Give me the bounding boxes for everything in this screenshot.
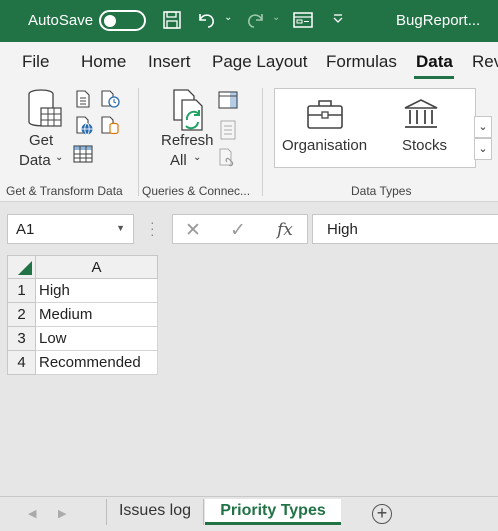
- autosave-label: AutoSave: [28, 12, 94, 29]
- tab-data[interactable]: Data: [416, 52, 453, 72]
- refresh-dropdown-icon[interactable]: ⌄: [193, 152, 201, 163]
- sheet-tab-issues-log[interactable]: Issues log: [106, 499, 204, 525]
- redo-icon[interactable]: [244, 10, 266, 30]
- undo-icon[interactable]: [196, 10, 218, 30]
- tab-file[interactable]: File: [22, 52, 49, 72]
- enter-icon[interactable]: ✓: [230, 219, 246, 242]
- group-data-types: Data Types: [351, 184, 412, 198]
- recent-sources-icon[interactable]: [100, 90, 120, 108]
- select-all-icon: [18, 261, 32, 275]
- cell-a1[interactable]: High: [36, 279, 158, 303]
- formula-input-value: High: [327, 221, 358, 238]
- cancel-icon[interactable]: ✕: [185, 219, 201, 242]
- cell-a3[interactable]: Low: [36, 327, 158, 351]
- group-get-transform: Get & Transform Data: [6, 184, 123, 198]
- ribbon: Get Data ⌄ Refresh All ⌄ Organisation St…: [0, 80, 498, 202]
- name-box-dropdown-icon[interactable]: ▼: [116, 223, 125, 233]
- scroll-sheets-right-icon[interactable]: ▶: [58, 507, 66, 520]
- properties-icon: [220, 120, 236, 140]
- file-name: BugReport...: [396, 12, 481, 29]
- stocks-icon[interactable]: [402, 98, 440, 130]
- toggle-knob: [104, 14, 116, 27]
- refresh-all-icon[interactable]: [170, 88, 210, 132]
- row-header[interactable]: 3: [7, 327, 36, 351]
- customize-qat-icon[interactable]: [332, 14, 344, 24]
- insert-function-icon[interactable]: fx: [277, 220, 293, 240]
- organisation-label[interactable]: Organisation: [282, 137, 367, 154]
- tab-review[interactable]: Rev: [472, 52, 498, 72]
- redo-dropdown-icon[interactable]: ⌄: [272, 12, 280, 23]
- queries-connections-icon[interactable]: [218, 90, 238, 110]
- sheet-tab-bar: ◀ ▶ Issues log Priority Types +: [0, 496, 498, 531]
- get-data-dropdown-icon[interactable]: ⌄: [55, 152, 63, 163]
- from-text-csv-icon[interactable]: [74, 90, 92, 108]
- tab-insert[interactable]: Insert: [148, 52, 191, 72]
- row-header[interactable]: 4: [7, 351, 36, 375]
- edit-links-icon: [219, 148, 234, 167]
- organisation-icon[interactable]: [306, 98, 344, 130]
- tab-page-layout[interactable]: Page Layout: [212, 52, 307, 72]
- refresh-all-label-1[interactable]: Refresh: [161, 132, 214, 149]
- from-table-icon[interactable]: [72, 144, 94, 164]
- row-header[interactable]: 2: [7, 303, 36, 327]
- formula-bar: A1 ▼ · · · ✕ ✓ fx High: [0, 203, 498, 251]
- autosave-toggle[interactable]: [99, 10, 146, 31]
- drag-handle-icon[interactable]: · · ·: [150, 215, 155, 241]
- get-data-label-1[interactable]: Get: [29, 132, 53, 149]
- form-icon[interactable]: [292, 10, 314, 30]
- name-box[interactable]: A1 ▼: [7, 214, 134, 244]
- get-data-icon[interactable]: [26, 88, 64, 132]
- save-icon[interactable]: [162, 10, 182, 30]
- sheet-tab-priority-types[interactable]: Priority Types: [205, 499, 341, 525]
- tab-formulas[interactable]: Formulas: [326, 52, 397, 72]
- gallery-scroll-down-icon[interactable]: ⌄: [474, 116, 492, 138]
- column-header-a[interactable]: A: [36, 255, 158, 279]
- cell-a2[interactable]: Medium: [36, 303, 158, 327]
- cell-a4[interactable]: Recommended: [36, 351, 158, 375]
- gallery-more-icon[interactable]: ⌄: [474, 138, 492, 160]
- get-data-label-2[interactable]: Data: [19, 152, 51, 169]
- group-queries: Queries & Connec...: [142, 184, 251, 198]
- from-web-icon[interactable]: [74, 116, 94, 136]
- existing-connections-icon[interactable]: [100, 116, 120, 136]
- ribbon-tabs: File Home Insert Page Layout Formulas Da…: [0, 42, 498, 80]
- refresh-all-label-2[interactable]: All: [170, 152, 187, 169]
- undo-dropdown-icon[interactable]: ⌄: [224, 12, 232, 23]
- title-bar: AutoSave ⌄ ⌄ BugReport...: [0, 0, 498, 42]
- tab-home[interactable]: Home: [81, 52, 126, 72]
- row-header[interactable]: 1: [7, 279, 36, 303]
- formula-buttons: ✕ ✓ fx: [172, 214, 308, 244]
- stocks-label[interactable]: Stocks: [402, 137, 447, 154]
- add-sheet-icon[interactable]: +: [372, 504, 392, 524]
- ribbon-separator: [138, 88, 139, 196]
- ribbon-separator: [262, 88, 263, 196]
- scroll-sheets-left-icon[interactable]: ◀: [28, 507, 36, 520]
- formula-input[interactable]: High: [312, 214, 498, 244]
- name-box-value: A1: [16, 221, 35, 238]
- select-all-button[interactable]: [7, 255, 36, 279]
- data-types-gallery: [274, 88, 476, 168]
- active-tab-indicator: [414, 76, 454, 79]
